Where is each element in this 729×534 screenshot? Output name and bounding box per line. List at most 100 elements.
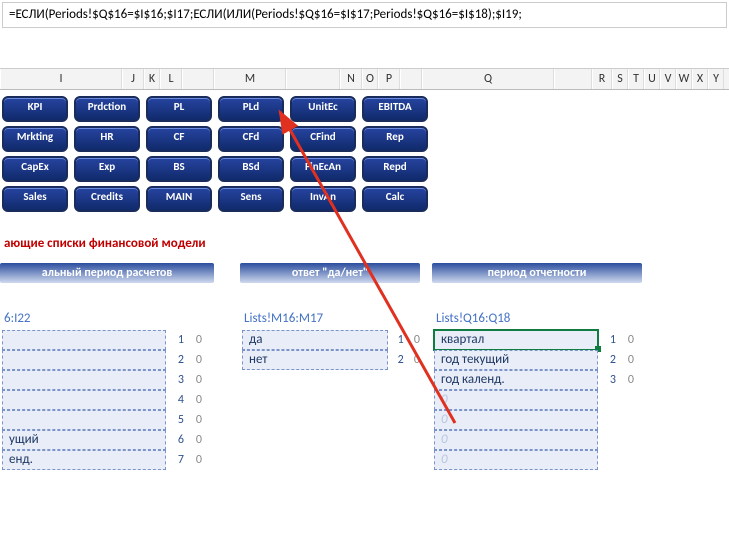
column-header-Q[interactable]: Q [422,69,554,89]
zero-cell: 0 [188,330,202,350]
index-cell: 6 [166,430,188,450]
list-row: 0 [432,410,642,430]
column-header-L[interactable]: L [160,69,182,89]
formula-text: =ЕСЛИ(Periods!$Q$16=$I$16;$I17;ЕСЛИ(ИЛИ(… [9,7,522,22]
column-header-blank[interactable] [286,69,340,89]
formula-bar[interactable]: =ЕСЛИ(Periods!$Q$16=$I$16;$I17;ЕСЛИ(ИЛИ(… [2,2,727,28]
index-cell: 2 [166,350,188,370]
nav-button-cf[interactable]: CF [146,126,212,152]
list-box: да10нет20 [240,330,420,370]
nav-button-repd[interactable]: Repd [362,156,428,182]
nav-button-hr[interactable]: HR [74,126,140,152]
nav-button-mrkting[interactable]: Mrkting [2,126,68,152]
nav-button-rep[interactable]: Rep [362,126,428,152]
column-header-U[interactable]: U [644,69,660,89]
column-header-Y[interactable]: Y [708,69,724,89]
list-item-cell[interactable]: 0 [434,450,598,470]
list-row: 0 [432,450,642,470]
list-item-cell[interactable]: год календ. [434,370,598,390]
list-item-cell[interactable]: енд. [2,450,166,470]
nav-button-pld[interactable]: PLd [218,96,284,122]
section-mid: ответ "да/нет"Lists!M16:M17да10нет20 [240,263,420,370]
nav-button-capex[interactable]: CapEx [2,156,68,182]
nav-button-bsd[interactable]: BSd [218,156,284,182]
index-cell [598,450,620,470]
nav-button-exp[interactable]: Exp [74,156,140,182]
list-row: ущий60 [0,430,214,450]
list-row: енд.70 [0,450,214,470]
section-right: период отчетностиLists!Q16:Q18квартал10г… [432,263,642,470]
nav-button-prdction[interactable]: Prdction [74,96,140,122]
column-header-O[interactable]: O [362,69,378,89]
column-header-N[interactable]: N [340,69,362,89]
section-header: альный период расчетов [0,263,214,283]
index-cell: 5 [166,410,188,430]
column-header-J[interactable]: J [122,69,144,89]
zero-cell [620,430,634,450]
zero-cell: 0 [188,390,202,410]
list-item-cell[interactable] [2,390,166,410]
column-header-X[interactable]: X [692,69,708,89]
list-row: год календ.30 [432,370,642,390]
list-row: да10 [240,330,420,350]
nav-button-sales[interactable]: Sales [2,186,68,212]
zero-cell: 0 [188,370,202,390]
nav-button-finecan[interactable]: FinEcAn [290,156,356,182]
list-item-cell[interactable]: да [242,330,388,350]
index-cell: 4 [166,390,188,410]
column-header-S[interactable]: S [612,69,628,89]
list-item-cell[interactable]: ущий [2,430,166,450]
index-cell: 1 [598,330,620,350]
column-header-V[interactable]: V [660,69,676,89]
list-box: квартал10год текущий20год календ.300000 [432,330,642,470]
list-box: 1020304050ущий60енд.70 [0,330,214,470]
index-cell [598,430,620,450]
list-item-cell[interactable]: 0 [434,390,598,410]
column-header-blank[interactable] [554,69,592,89]
index-cell: 1 [388,330,408,350]
list-item-cell[interactable]: 0 [434,430,598,450]
list-item-cell[interactable]: 0 [434,410,598,430]
list-item-cell[interactable]: год текущий [434,350,598,370]
zero-cell [620,410,634,430]
nav-button-cfind[interactable]: CFind [290,126,356,152]
column-header-T[interactable]: T [628,69,644,89]
column-header-P[interactable]: P [378,69,400,89]
nav-button-ebitda[interactable]: EBITDA [362,96,428,122]
zero-cell [620,390,634,410]
worksheet-area[interactable]: KPIPrdctionPLPLdUnitEcEBITDAMrktingHRCFC… [0,90,729,534]
column-header-blank[interactable] [182,69,214,89]
column-header-K[interactable]: K [144,69,160,89]
list-item-cell[interactable] [2,410,166,430]
index-cell: 2 [598,350,620,370]
list-item-cell[interactable]: квартал [434,330,598,350]
nav-button-main[interactable]: MAIN [146,186,212,212]
zero-cell [620,450,634,470]
nav-button-invan[interactable]: InvAn [290,186,356,212]
column-header-I[interactable]: I [0,69,122,89]
zero-cell: 0 [620,370,634,390]
nav-button-pl[interactable]: PL [146,96,212,122]
column-header-M[interactable]: M [214,69,286,89]
column-header-W[interactable]: W [676,69,692,89]
index-cell [598,390,620,410]
list-item-cell[interactable] [2,350,166,370]
list-row: 0 [432,430,642,450]
list-item-cell[interactable] [2,370,166,390]
nav-button-bs[interactable]: BS [146,156,212,182]
nav-button-sens[interactable]: Sens [218,186,284,212]
range-reference: Lists!M16:M17 [240,311,420,326]
column-header-R[interactable]: R [592,69,612,89]
column-header-blank[interactable] [400,69,422,89]
nav-button-unitec[interactable]: UnitEc [290,96,356,122]
list-row: 50 [0,410,214,430]
column-headers[interactable]: IJKL M NOP Q RSTUVWXY [0,68,729,90]
list-row: 20 [0,350,214,370]
nav-button-credits[interactable]: Credits [74,186,140,212]
index-cell: 7 [166,450,188,470]
nav-button-cfd[interactable]: CFd [218,126,284,152]
nav-button-calc[interactable]: Calc [362,186,428,212]
list-item-cell[interactable]: нет [242,350,388,370]
list-item-cell[interactable] [2,330,166,350]
nav-button-kpi[interactable]: KPI [2,96,68,122]
